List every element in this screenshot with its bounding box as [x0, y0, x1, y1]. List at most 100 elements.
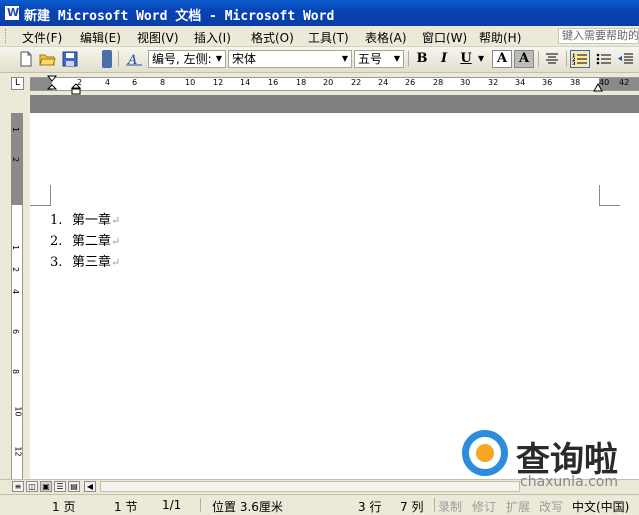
outline-view-button[interactable]: ☰ — [54, 481, 66, 492]
ruler-number: 32 — [488, 78, 499, 87]
list-number: 1. — [50, 213, 63, 228]
document-page[interactable]: 1. 第一章↵ 2. 第二章↵ 3. 第三章↵ — [30, 95, 639, 479]
menu-view[interactable]: 视图(V) — [137, 29, 179, 46]
ruler-number: 8 — [160, 78, 166, 87]
normal-view-button[interactable]: ≡ — [12, 481, 24, 492]
ruler-number: 2 — [11, 266, 21, 273]
ruler-number: 26 — [405, 78, 416, 87]
paragraph-mark-icon: ↵ — [111, 256, 121, 269]
underline-options-chevron-icon[interactable]: ▼ — [478, 50, 488, 68]
horizontal-scrollbar[interactable] — [100, 481, 520, 492]
indent-markers-icon[interactable] — [46, 75, 60, 95]
ruler-number: 28 — [433, 78, 444, 87]
print-view-button[interactable]: ▣ — [40, 481, 52, 492]
status-page: 1 页 — [52, 500, 76, 514]
ruler-number: 6 — [132, 78, 138, 87]
decrease-indent-icon[interactable] — [616, 50, 636, 68]
ruler-number: 4 — [11, 288, 21, 295]
vertical-ruler: 1 2 1 2 4 6 8 10 12 — [0, 95, 30, 479]
styles-and-formatting-icon[interactable]: A — [124, 50, 144, 68]
ruler-number: 8 — [11, 368, 21, 375]
new-document-icon[interactable] — [16, 50, 36, 68]
toolbar-separator — [538, 51, 539, 67]
ruler-number: 30 — [460, 78, 471, 87]
status-divider — [434, 498, 435, 512]
list-item[interactable]: 2. 第二章↵ — [50, 230, 120, 249]
crop-mark-top-left — [30, 185, 51, 206]
ruler-number: 20 — [323, 78, 334, 87]
list-number: 2. — [50, 234, 63, 249]
horizontal-ruler: L 2 4 6 8 10 12 14 16 18 20 22 24 26 28 … — [0, 73, 639, 95]
ruler-number: 14 — [240, 78, 251, 87]
status-record[interactable]: 录制 — [438, 498, 462, 515]
menu-bar: 文件(F) 编辑(E) 视图(V) 插入(I) 格式(O) 工具(T) 表格(A… — [0, 26, 639, 47]
paragraph-mark-icon: ↵ — [111, 235, 121, 248]
svg-text:3: 3 — [572, 61, 576, 67]
open-folder-icon[interactable] — [38, 50, 58, 68]
list-item[interactable]: 3. 第三章↵ — [50, 251, 120, 270]
toolbar-separator — [566, 51, 567, 67]
ruler-number: 12 — [13, 446, 23, 457]
menu-tools[interactable]: 工具(T) — [308, 29, 349, 46]
tab-selector-button[interactable]: L — [11, 77, 24, 90]
list-text: 第三章 — [72, 255, 112, 270]
watermark-dot-icon — [476, 444, 494, 462]
numbering-icon[interactable]: 123 — [570, 50, 590, 68]
status-section: 1 节 — [114, 500, 138, 514]
ruler-number: 12 — [213, 78, 224, 87]
ruler-number: 42 — [619, 78, 630, 87]
character-shading-button[interactable]: A — [514, 50, 534, 68]
ruler-number: 22 — [351, 78, 362, 87]
ruler-number: 2 — [77, 78, 83, 87]
underline-button[interactable]: U — [456, 50, 476, 68]
window-title: 新建 Microsoft Word 文档 - Microsoft Word — [24, 9, 335, 24]
chevron-down-icon[interactable]: ▼ — [391, 51, 403, 67]
menu-table[interactable]: 表格(A) — [365, 29, 407, 46]
ruler-number: 24 — [378, 78, 389, 87]
italic-button[interactable]: I — [434, 50, 454, 68]
help-search-box[interactable]: 键入需要帮助的 — [558, 28, 639, 44]
watermark-url-text: chaxunla.com — [520, 474, 618, 490]
menu-insert[interactable]: 插入(I) — [194, 29, 231, 46]
ruler-number: 1 — [11, 126, 21, 133]
menu-file[interactable]: 文件(F) — [22, 29, 62, 46]
word-app-icon[interactable] — [4, 5, 20, 21]
ruler-number: 34 — [515, 78, 526, 87]
ruler-number: 36 — [542, 78, 553, 87]
chevron-down-icon[interactable]: ▼ — [213, 51, 225, 67]
menu-window[interactable]: 窗口(W) — [422, 29, 467, 46]
chevron-down-icon[interactable]: ▼ — [339, 51, 351, 67]
ruler-number: 10 — [13, 406, 23, 417]
menubar-grip-icon[interactable] — [5, 29, 9, 43]
web-view-button[interactable]: ◫ — [26, 481, 38, 492]
font-size-combo[interactable]: 五号 ▼ — [354, 50, 404, 68]
menu-help[interactable]: 帮助(H) — [479, 29, 521, 46]
menu-edit[interactable]: 编辑(E) — [80, 29, 121, 46]
status-overtype[interactable]: 改写 — [539, 498, 563, 515]
list-number: 3. — [50, 255, 63, 270]
align-center-icon[interactable] — [542, 50, 562, 68]
status-extend[interactable]: 扩展 — [506, 498, 530, 515]
list-text: 第二章 — [72, 234, 112, 249]
status-language: 中文(中国) — [572, 500, 630, 514]
bullets-icon[interactable] — [594, 50, 614, 68]
page-top-gap — [30, 95, 639, 113]
reading-view-button[interactable]: ▤ — [68, 481, 80, 492]
ruler-number: 1 — [11, 244, 21, 251]
menu-format[interactable]: 格式(O) — [251, 29, 294, 46]
status-divider — [200, 498, 201, 512]
status-track-changes[interactable]: 修订 — [472, 498, 496, 515]
toolbar-overflow-chevron-icon[interactable] — [102, 50, 112, 68]
bold-button[interactable]: B — [412, 50, 432, 68]
title-bar: 新建 Microsoft Word 文档 - Microsoft Word — [0, 0, 639, 26]
scroll-left-arrow-icon[interactable]: ◀ — [84, 481, 96, 492]
style-combo[interactable]: 编号, 左侧: ▼ — [148, 50, 226, 68]
status-column: 7 列 — [400, 500, 424, 514]
font-color-button[interactable]: A — [492, 50, 512, 68]
ruler-number: 40 — [599, 78, 610, 87]
toolbar-separator — [408, 51, 409, 67]
ruler-number: 10 — [185, 78, 196, 87]
list-item[interactable]: 1. 第一章↵ — [50, 209, 120, 228]
save-icon[interactable] — [60, 50, 80, 68]
font-combo[interactable]: 宋体 ▼ — [228, 50, 352, 68]
